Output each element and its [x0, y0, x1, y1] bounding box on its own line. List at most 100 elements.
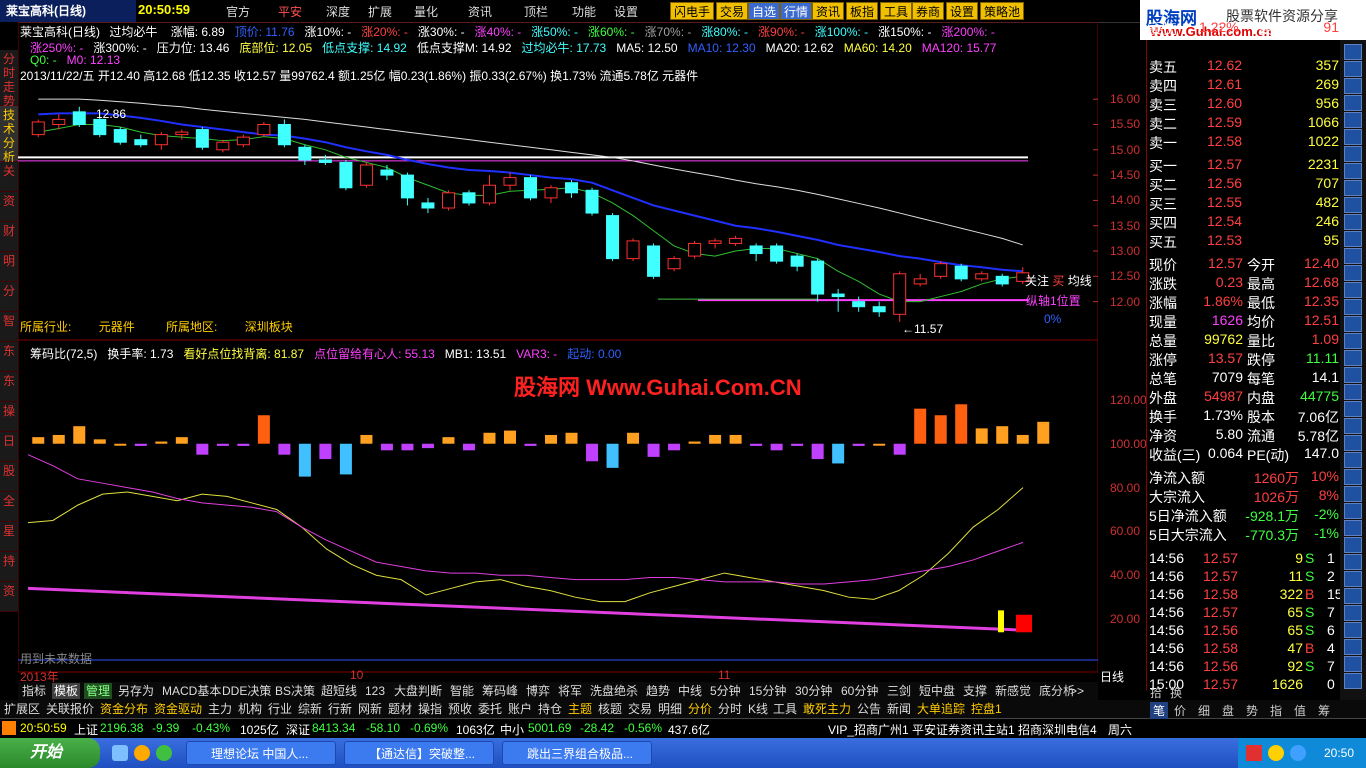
menu-5[interactable]: 资讯	[468, 3, 492, 20]
toolbar-button-8[interactable]: 设置	[946, 2, 979, 20]
ext-tab-18[interactable]: 交易	[626, 701, 654, 717]
tick-row-0[interactable]: 14:56 12.57 9 S 1	[1147, 549, 1341, 568]
stat-row-9[interactable]: 净资 5.80 流通 5.78亿	[1147, 425, 1341, 444]
ext-tab-13[interactable]: 委托	[476, 701, 504, 717]
ext-tab-19[interactable]: 明细	[656, 701, 684, 717]
side-tool-icon-35[interactable]	[1344, 639, 1362, 655]
tick-row-6[interactable]: 14:56 12.56 92 S 7	[1147, 657, 1341, 676]
indicator-tab-6[interactable]: BS决策	[273, 683, 317, 699]
bid-row-2[interactable]: 买三 12.55 482	[1147, 193, 1341, 212]
indicator-tab-5[interactable]: DDE决策	[220, 683, 273, 699]
side-tool-icon-6[interactable]	[1344, 146, 1362, 162]
ask-row-3[interactable]: 卖二 12.59 1066	[1147, 113, 1341, 132]
left-tab-15[interactable]: 持	[0, 552, 18, 582]
stat-row-10[interactable]: 收益(三) 0.064 PE(动) 147.0	[1147, 444, 1341, 463]
ext-tab-2[interactable]: 资金分布	[98, 701, 150, 717]
ext-tab-3[interactable]: 资金驱动	[152, 701, 204, 717]
side-tool-icon-16[interactable]	[1344, 316, 1362, 332]
task-button-1[interactable]: 【通达信】突破整...	[344, 741, 494, 765]
indicator-tab-3[interactable]: 另存为	[116, 683, 156, 699]
indicator-tab-12[interactable]: 博弈	[524, 683, 552, 699]
toolbar-button-6[interactable]: 工具	[880, 2, 913, 20]
stat-row-4[interactable]: 总量 99762 量比 1.09	[1147, 330, 1341, 349]
toolbar-button-0[interactable]: 闪电手	[670, 2, 715, 20]
bid-row-3[interactable]: 买四 12.54 246	[1147, 212, 1341, 231]
side-tool-icon-25[interactable]	[1344, 469, 1362, 485]
stat-row-3[interactable]: 现量 1626 均价 12.51	[1147, 311, 1341, 330]
left-tab-12[interactable]: 股	[0, 462, 18, 492]
toolbar-button-1[interactable]: 交易	[716, 2, 749, 20]
side-tool-icon-15[interactable]	[1344, 299, 1362, 315]
side-tool-icon-32[interactable]	[1344, 588, 1362, 604]
indicator-tab-11[interactable]: 筹码峰	[480, 683, 520, 699]
left-tab-4[interactable]: 财	[0, 222, 18, 252]
indicator-tab-2[interactable]: 管理	[84, 683, 113, 699]
ext-tab-17[interactable]: 核题	[596, 701, 624, 717]
ext-tab-23[interactable]: 工具	[771, 701, 799, 717]
server-sites[interactable]: VIP_招商广州1 平安证券资讯主站1 招商深圳电信4	[828, 721, 1097, 738]
toolbar-button-2[interactable]: 自选	[748, 2, 781, 20]
ext-tab-12[interactable]: 预收	[446, 701, 474, 717]
indicator-tab-23[interactable]: 支撑	[961, 683, 989, 699]
left-tab-14[interactable]: 星	[0, 522, 18, 552]
bid-row-1[interactable]: 买二 12.56 707	[1147, 174, 1341, 193]
side-tool-icon-19[interactable]	[1344, 367, 1362, 383]
ext-tab-6[interactable]: 行业	[266, 701, 294, 717]
quote-tab-9[interactable]: 筹	[1318, 702, 1330, 719]
ext-tab-4[interactable]: 主力	[206, 701, 234, 717]
ext-tab-21[interactable]: 分时	[716, 701, 744, 717]
indicator-tab-13[interactable]: 将军	[556, 683, 584, 699]
ext-tab-15[interactable]: 持仓	[536, 701, 564, 717]
side-tool-icon-33[interactable]	[1344, 605, 1362, 621]
side-tool-icon-8[interactable]	[1344, 180, 1362, 196]
side-tool-icon-18[interactable]	[1344, 350, 1362, 366]
side-tool-icon-34[interactable]	[1344, 622, 1362, 638]
indicator-tab-15[interactable]: 趋势	[644, 683, 672, 699]
bid-row-0[interactable]: 买一 12.57 2231	[1147, 155, 1341, 174]
tray-icon-2[interactable]	[1290, 745, 1306, 761]
flow-row-1[interactable]: 大宗流入 1026万 8%	[1147, 486, 1341, 505]
flow-row-2[interactable]: 5日净流入额 -928.1万 -2%	[1147, 505, 1341, 524]
bid-ratio-row[interactable]: 委比 1.22% 委差 91	[1147, 18, 1341, 37]
left-tab-0[interactable]: 分时走势	[0, 50, 18, 108]
left-tab-5[interactable]: 明	[0, 252, 18, 282]
quote-tab-7[interactable]: 指	[1270, 702, 1282, 719]
quote-tab-6[interactable]: 势	[1246, 702, 1258, 719]
side-tool-icon-4[interactable]	[1344, 112, 1362, 128]
indicator-tab-20[interactable]: 60分钟	[839, 683, 880, 699]
tick-row-1[interactable]: 14:56 12.57 11 S 2	[1147, 567, 1341, 586]
indicator-tab-22[interactable]: 短中盘	[917, 683, 957, 699]
indicator-tab-9[interactable]: 大盘判断	[392, 683, 444, 699]
task-button-0[interactable]: 理想论坛 中国人...	[186, 741, 336, 765]
side-tool-icon-20[interactable]	[1344, 384, 1362, 400]
bid-row-4[interactable]: 买五 12.53 95	[1147, 231, 1341, 250]
ext-tab-25[interactable]: 公告	[855, 701, 883, 717]
ext-tab-5[interactable]: 机构	[236, 701, 264, 717]
side-tool-icon-31[interactable]	[1344, 571, 1362, 587]
tray-icon-1[interactable]	[1268, 745, 1284, 761]
side-tool-icon-37[interactable]	[1344, 673, 1362, 689]
ext-tab-0[interactable]: 扩展区	[2, 701, 42, 717]
quote-tab-1[interactable]: 换	[1170, 684, 1182, 701]
menu-6[interactable]: 顶栏	[524, 3, 548, 20]
left-tab-8[interactable]: 东	[0, 342, 18, 372]
stat-row-8[interactable]: 换手 1.73% 股本 7.06亿	[1147, 406, 1341, 425]
left-tab-3[interactable]: 资	[0, 192, 18, 222]
left-tab-6[interactable]: 分	[0, 282, 18, 312]
ask-row-4[interactable]: 卖一 12.58 1022	[1147, 132, 1341, 151]
ext-tab-8[interactable]: 行新	[326, 701, 354, 717]
indicator-tab-1[interactable]: 模板	[52, 683, 81, 699]
side-tool-icon-9[interactable]	[1344, 197, 1362, 213]
side-tool-icon-23[interactable]	[1344, 435, 1362, 451]
menu-2[interactable]: 深度	[326, 3, 350, 20]
side-tool-icon-10[interactable]	[1344, 214, 1362, 230]
side-tool-icon-26[interactable]	[1344, 486, 1362, 502]
toolbar-button-3[interactable]: 行情	[780, 2, 813, 20]
side-tool-icon-36[interactable]	[1344, 656, 1362, 672]
ask-row-1[interactable]: 卖四 12.61 269	[1147, 75, 1341, 94]
indicator-tab-17[interactable]: 5分钟	[708, 683, 743, 699]
quote-tab-2[interactable]: 笔	[1150, 702, 1169, 719]
menu-1[interactable]: 平安	[278, 3, 302, 20]
side-tool-icon-13[interactable]	[1344, 265, 1362, 281]
left-tab-7[interactable]: 智	[0, 312, 18, 342]
